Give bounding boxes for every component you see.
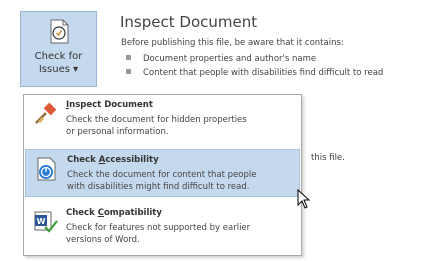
menu-item-title: Check Accessibility — [67, 155, 159, 165]
document-check-icon — [50, 19, 69, 44]
menu-item-title: Check Compatibility — [66, 208, 162, 218]
inspect-document-description: Before publishing this file, be aware th… — [121, 38, 344, 48]
check-for-issues-label-line1: Check for — [34, 51, 83, 62]
menu-item-description: Check for features not supported by earl… — [66, 222, 301, 246]
inspect-bullet-list: Document properties and author's name Co… — [126, 52, 383, 80]
desc-line: versions of Word. — [66, 235, 140, 245]
bullet-item: Document properties and author's name — [126, 52, 383, 66]
accessibility-icon — [37, 157, 56, 181]
menu-item-description: Check the document for content that peop… — [67, 169, 302, 193]
title-rest: ccessibility — [105, 155, 159, 165]
word-compatibility-icon: W — [34, 211, 58, 233]
title-rest: ompatibility — [103, 208, 162, 218]
menu-item-description: Check the document for hidden properties… — [66, 114, 301, 138]
desc-line: Check for features not supported by earl… — [66, 223, 251, 233]
title-pre: Check — [67, 155, 99, 165]
desc-line: or personal information. — [66, 127, 169, 137]
bullet-text: Content that people with disabilities fi… — [143, 68, 384, 78]
bullet-text: Document properties and author's name — [143, 54, 317, 64]
bullet-square-icon — [126, 69, 131, 74]
desc-line: Check the document for hidden properties — [66, 115, 247, 125]
bullet-square-icon — [126, 55, 131, 60]
mouse-cursor-icon — [297, 189, 311, 209]
partial-section-text: this file. — [311, 153, 345, 163]
inspect-document-heading: Inspect Document — [120, 13, 258, 31]
desc-line: Check the document for content that peop… — [67, 170, 257, 180]
svg-text:W: W — [37, 217, 46, 226]
menu-item-title: Inspect Document — [66, 100, 153, 110]
title-pre: Check — [66, 208, 98, 218]
menu-item-inspect-document[interactable]: Inspect Document Check the document for … — [25, 95, 300, 143]
menu-item-check-accessibility[interactable]: Check Accessibility Check the document f… — [25, 149, 300, 197]
broom-inspect-icon — [35, 102, 57, 124]
bullet-item: Content that people with disabilities fi… — [126, 66, 383, 80]
desc-line: with disabilities might find difficult t… — [67, 182, 250, 192]
menu-item-check-compatibility[interactable]: W Check Compatibility Check for features… — [25, 203, 300, 251]
title-rest: nspect Document — [69, 100, 153, 110]
check-for-issues-label-line2: Issues ▾ — [38, 64, 79, 75]
check-for-issues-button[interactable]: Check for Issues ▾ — [20, 11, 97, 87]
check-for-issues-label: Check for Issues ▾ — [21, 50, 96, 76]
check-for-issues-dropdown-menu: Inspect Document Check the document for … — [23, 94, 302, 256]
